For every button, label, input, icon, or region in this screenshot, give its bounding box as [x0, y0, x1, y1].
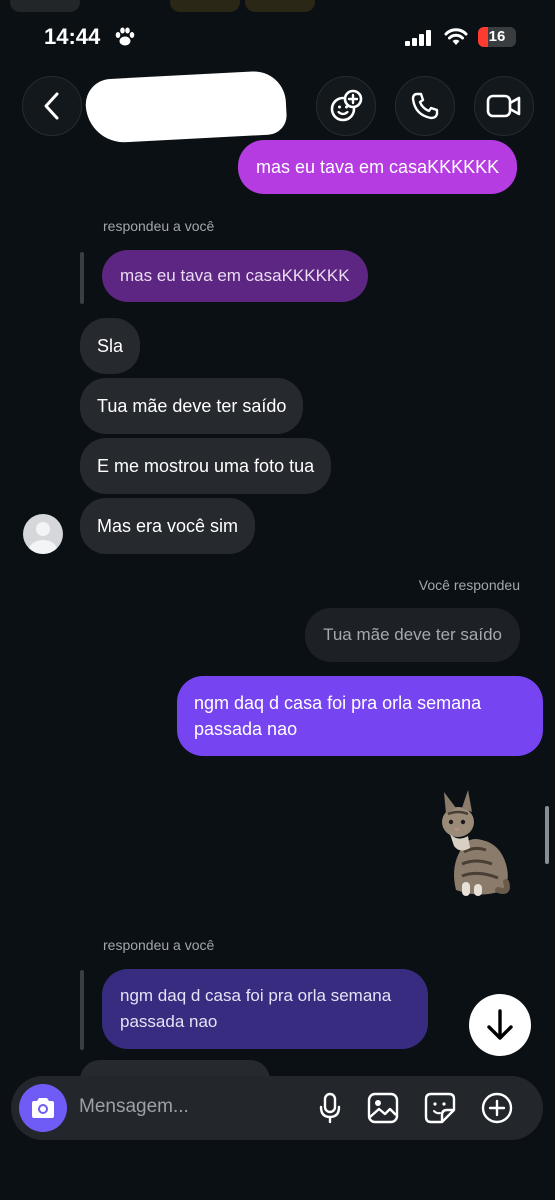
microphone-icon [319, 1092, 341, 1124]
message-incoming[interactable]: Mas era você sim [80, 498, 256, 554]
camera-button[interactable] [19, 1084, 67, 1132]
message-outgoing[interactable]: ngm daq d casa foi pra orla semana passa… [177, 676, 543, 756]
image-icon [367, 1092, 399, 1124]
reply-label: respondeu a você [103, 218, 215, 234]
quoted-text-line: passada nao [120, 1012, 218, 1031]
phone-icon [411, 92, 439, 120]
battery-level: 16 [488, 28, 506, 45]
reply-quote-bar [80, 252, 84, 304]
message-incoming[interactable]: E me mostrou uma foto tua [80, 438, 332, 494]
message-text: mas eu tava em casaKKKKKK [256, 157, 500, 177]
avatar-effects-button[interactable] [316, 76, 376, 136]
message-text: Tua mãe deve ter saído [97, 396, 287, 416]
default-avatar-icon [29, 522, 57, 554]
quoted-message[interactable]: Tua mãe deve ter saído [305, 608, 520, 662]
gallery-button[interactable] [366, 1091, 400, 1125]
signal-icon [405, 30, 431, 46]
face-plus-icon [330, 89, 363, 122]
status-bar: 14:44 16 [0, 0, 555, 70]
more-options-button[interactable] [480, 1091, 514, 1125]
status-time: 14:44 [44, 24, 101, 49]
reply-quote-bar [80, 970, 84, 1050]
quoted-message[interactable]: mas eu tava em casaKKKKKK [102, 250, 368, 302]
message-incoming[interactable]: Sla [80, 318, 141, 374]
sticker-icon [424, 1092, 456, 1124]
paw-icon [115, 27, 135, 46]
quoted-text: Tua mãe deve ter saído [323, 625, 502, 644]
quoted-text: mas eu tava em casaKKKKKK [120, 266, 350, 285]
sticker-button[interactable] [423, 1091, 457, 1125]
message-composer [11, 1076, 543, 1140]
reply-label: respondeu a você [103, 937, 215, 953]
video-call-button[interactable] [474, 76, 534, 136]
contact-name-redacted[interactable] [84, 69, 288, 145]
chevron-left-icon [44, 92, 59, 120]
cat-sticker[interactable] [434, 786, 514, 902]
arrow-down-icon [487, 1009, 513, 1040]
quoted-message[interactable]: ngm daq d casa foi pra orla semana passa… [102, 969, 428, 1049]
message-outgoing[interactable]: mas eu tava em casaKKKKKK [238, 140, 518, 194]
voice-call-button[interactable] [395, 76, 455, 136]
battery-indicator: 16 [478, 27, 516, 47]
plus-circle-icon [481, 1092, 513, 1124]
avatar[interactable] [23, 514, 63, 554]
scroll-to-bottom-button[interactable] [469, 994, 531, 1056]
scrollbar[interactable] [545, 806, 549, 864]
blurred-notification-icon [170, 0, 240, 12]
back-button[interactable] [22, 76, 82, 136]
blurred-notification-icon [10, 0, 80, 12]
message-text: Sla [97, 336, 124, 356]
video-icon [486, 94, 521, 118]
message-text: Mas era você sim [97, 516, 239, 536]
message-text-line: ngm daq d casa foi pra orla semana [194, 693, 482, 713]
voice-message-button[interactable] [313, 1091, 347, 1125]
wifi-icon [444, 28, 468, 45]
camera-icon [32, 1098, 54, 1118]
message-text-line: passada nao [194, 719, 298, 739]
message-input[interactable] [79, 1096, 299, 1118]
message-text: E me mostrou uma foto tua [97, 456, 315, 476]
message-incoming[interactable]: Tua mãe deve ter saído [80, 378, 304, 434]
blurred-notification-icon [245, 0, 315, 12]
quoted-text-line: ngm daq d casa foi pra orla semana [120, 986, 392, 1005]
reply-label: Você respondeu [418, 577, 520, 593]
